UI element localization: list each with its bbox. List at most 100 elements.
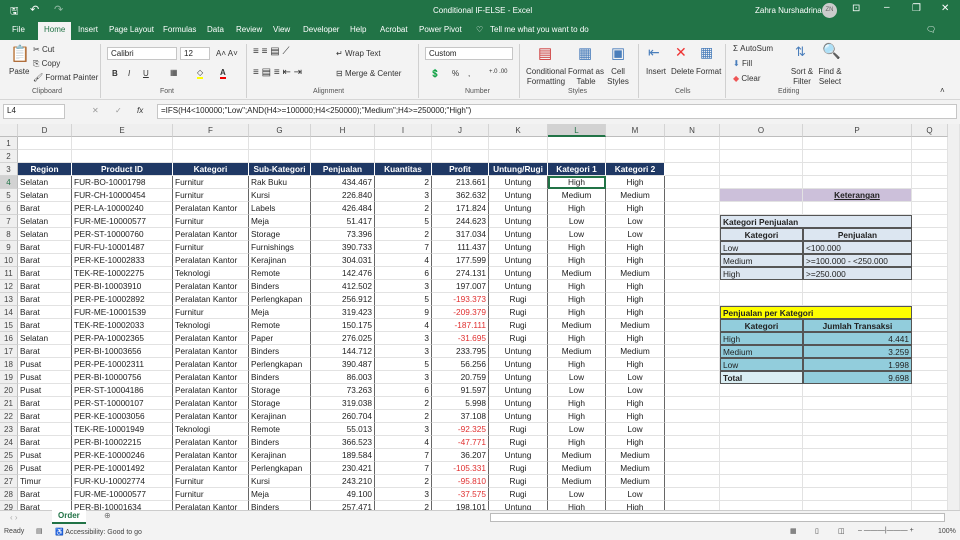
column-header-E[interactable]: E [72,124,173,137]
cell[interactable] [912,436,948,449]
table-cell[interactable]: Teknologi [173,267,249,280]
cell[interactable] [548,137,606,150]
table-cell[interactable]: 426.484 [311,202,375,215]
table-cell[interactable]: FUR-KU-10002774 [72,475,173,488]
cell[interactable] [720,293,803,306]
cell[interactable] [665,280,720,293]
table-cell[interactable]: -47.771 [432,436,489,449]
table-cell[interactable]: Furnitur [173,189,249,202]
tab-view[interactable]: View [273,25,290,34]
tab-insert[interactable]: Insert [78,25,98,34]
table-cell[interactable]: 3 [375,488,432,501]
table-cell[interactable]: 7 [375,241,432,254]
table-cell[interactable]: High [548,397,606,410]
cell[interactable] [665,137,720,150]
table-cell[interactable]: 3 [375,332,432,345]
table-cell[interactable]: Untung [489,202,548,215]
cell[interactable] [665,176,720,189]
cell[interactable] [912,241,948,254]
table-cell[interactable]: 3 [375,371,432,384]
cell[interactable] [375,137,432,150]
table-cell[interactable]: Medium [548,345,606,358]
table-cell[interactable]: Peralatan Kantor [173,462,249,475]
table-cell[interactable]: Untung [489,215,548,228]
cell[interactable] [912,267,948,280]
table-cell[interactable]: Low [606,371,665,384]
collapse-ribbon-icon[interactable]: ˄ [940,86,945,95]
table-cell[interactable]: Untung [489,254,548,267]
table-cell[interactable]: -193.373 [432,293,489,306]
cell[interactable] [912,345,948,358]
cell[interactable] [72,137,173,150]
row-header[interactable]: 20 [0,384,18,397]
row-header[interactable]: 26 [0,462,18,475]
table-cell[interactable]: Selatan [18,215,72,228]
table-cell[interactable]: Untung [489,280,548,293]
cell[interactable] [720,410,803,423]
formula-input[interactable]: =IFS(H4<100000;"Low";AND(H4>=100000;H4<2… [157,104,957,119]
table-cell[interactable]: Furnitur [173,176,249,189]
table-cell[interactable]: 111.437 [432,241,489,254]
table-cell[interactable]: 434.467 [311,176,375,189]
table-cell[interactable]: Untung [489,345,548,358]
table-cell[interactable]: FUR-BO-10001798 [72,176,173,189]
cell[interactable] [173,150,249,163]
format-as-table-button[interactable]: Format as Table [568,67,604,87]
format-as-table-icon[interactable]: ▦ [578,44,592,62]
table-cell[interactable]: Binders [249,371,311,384]
italic-button[interactable]: I [128,69,130,78]
table-cell[interactable]: High [606,202,665,215]
cell[interactable] [803,462,912,475]
table-cell[interactable]: PER-KE-10003056 [72,410,173,423]
paste-button[interactable]: Paste [9,67,29,76]
table-cell[interactable]: 304.031 [311,254,375,267]
table-cell[interactable]: Kursi [249,189,311,202]
cell[interactable] [665,423,720,436]
table-cell[interactable]: 150.175 [311,319,375,332]
bold-button[interactable]: B [112,69,118,78]
cell[interactable] [720,384,803,397]
column-header-N[interactable]: N [665,124,720,137]
table-cell[interactable]: Peralatan Kantor [173,384,249,397]
row-header[interactable]: 15 [0,319,18,332]
table-cell[interactable]: Rugi [489,306,548,319]
cell[interactable] [665,150,720,163]
table-cell[interactable]: Meja [249,488,311,501]
table-cell[interactable]: Kursi [249,475,311,488]
table-cell[interactable]: PER-PE-10001492 [72,462,173,475]
table-cell[interactable]: Peralatan Kantor [173,345,249,358]
table-cell[interactable]: Barat [18,345,72,358]
table-cell[interactable]: Peralatan Kantor [173,202,249,215]
cell[interactable] [665,215,720,228]
align-top-icons[interactable]: ≡ ≡ ▤ ⟋ [253,46,289,57]
cell[interactable] [665,163,720,176]
table-cell[interactable]: Barat [18,267,72,280]
table-cell[interactable]: Remote [249,423,311,436]
table-cell[interactable]: PER-ST-10004186 [72,384,173,397]
table-cell[interactable]: High [606,306,665,319]
cell[interactable] [665,358,720,371]
cell[interactable] [912,410,948,423]
table-cell[interactable]: 3 [375,189,432,202]
borders-icon[interactable]: ▦ [170,68,178,77]
tab-developer[interactable]: Developer [303,25,339,34]
table-cell[interactable]: 49.100 [311,488,375,501]
cell[interactable] [432,150,489,163]
cell[interactable] [665,436,720,449]
kategori-penjualan-cell[interactable]: Low [720,241,803,254]
table-cell[interactable]: PER-ST-10000107 [72,397,173,410]
table-cell[interactable]: Untung [489,267,548,280]
table-cell[interactable]: PER-ST-10000760 [72,228,173,241]
cell[interactable] [803,280,912,293]
table-cell[interactable]: Medium [548,189,606,202]
cell[interactable] [912,371,948,384]
table-cell[interactable]: Paper [249,332,311,345]
table-cell[interactable]: Low [548,371,606,384]
row-header[interactable]: 22 [0,410,18,423]
sheet-nav-arrows[interactable]: ‹ › [10,513,18,522]
table-cell[interactable]: Rugi [489,488,548,501]
row-header[interactable]: 19 [0,371,18,384]
cell[interactable] [18,150,72,163]
cell[interactable] [912,150,948,163]
tab-page-layout[interactable]: Page Layout [109,25,154,34]
